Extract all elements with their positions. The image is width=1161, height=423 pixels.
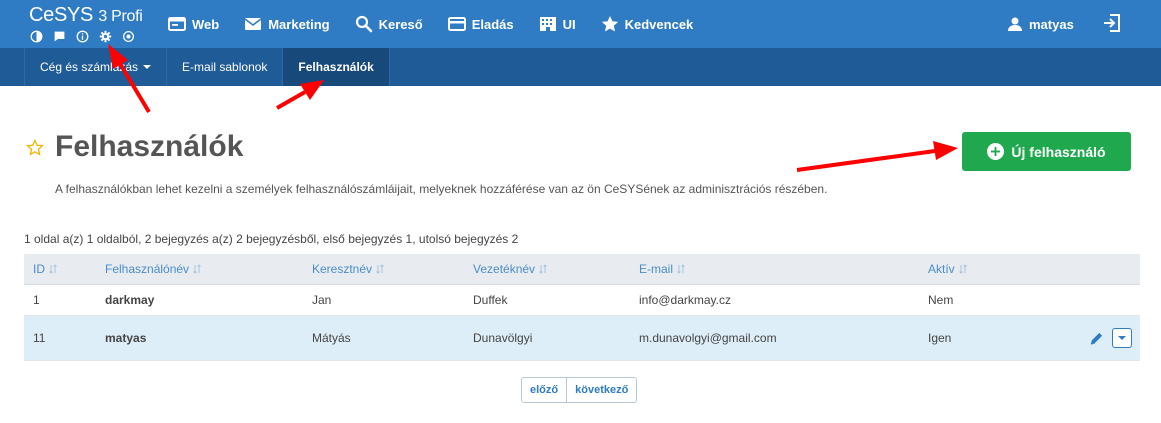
sort-icon — [193, 264, 201, 274]
user-icon — [1008, 17, 1022, 31]
subnav-company-billing[interactable]: Cég és számlázás — [24, 48, 168, 86]
sort-icon — [958, 264, 967, 274]
favorite-star-icon[interactable] — [26, 139, 44, 157]
column-header-email[interactable]: E-mail — [639, 254, 685, 284]
column-header-last-name[interactable]: Vezetéknév — [473, 254, 547, 284]
prev-page-button[interactable]: előző — [522, 378, 567, 402]
cell-last-name: Dunavölgyi — [473, 331, 533, 345]
credit-card-icon — [447, 17, 466, 31]
pagination: előző következő — [521, 377, 638, 403]
star-icon — [601, 16, 618, 32]
contrast-icon[interactable] — [29, 29, 43, 43]
arrow-to-new-user-button — [796, 141, 958, 172]
subnav-label: Cég és számlázás — [40, 60, 139, 74]
subnav-label: E-mail sablonok — [182, 60, 268, 74]
nav-item-search[interactable]: Kereső — [355, 0, 423, 48]
row-actions-dropdown[interactable] — [1112, 328, 1132, 348]
cell-active: Nem — [928, 293, 954, 307]
nav-item-marketing[interactable]: Marketing — [244, 0, 330, 48]
brand-logo: CeSYS 3 Profi — [29, 4, 143, 26]
column-header-username[interactable]: Felhasználónév — [105, 254, 201, 284]
chat-icon[interactable] — [52, 29, 66, 43]
sort-icon — [376, 264, 384, 274]
brand-tools — [29, 29, 135, 43]
nav-item-label: Eladás — [471, 16, 514, 32]
table-header: ID Felhasználónév Keresztnév Vezetéknév … — [24, 254, 1140, 285]
column-header-first-name[interactable]: Keresztnév — [312, 254, 384, 284]
cell-active: Igen — [928, 331, 952, 345]
nav-item-ui[interactable]: UI — [539, 0, 576, 48]
sort-icon — [677, 264, 685, 274]
settings-icon[interactable] — [98, 29, 112, 43]
nav-item-web[interactable]: Web — [168, 0, 219, 48]
cell-username: matyas — [105, 331, 147, 345]
table-row[interactable]: 11 matyas Mátyás Dunavölgyi m.dunavolgyi… — [24, 316, 1140, 361]
column-header-active[interactable]: Aktív — [928, 254, 967, 284]
new-user-button[interactable]: Új felhasználó — [962, 132, 1131, 171]
plus-circle-icon — [987, 143, 1005, 160]
sort-icon — [49, 264, 57, 274]
cell-last-name: Duffek — [473, 293, 508, 307]
cell-id: 11 — [33, 331, 46, 345]
nav-item-label: Kereső — [378, 16, 423, 32]
new-user-button-label: Új felhasználó — [1011, 143, 1106, 160]
subnav-email-templates[interactable]: E-mail sablonok — [167, 48, 284, 86]
users-table: ID Felhasználónév Keresztnév Vezetéknév … — [24, 254, 1140, 361]
table-row[interactable]: 1 darkmay Jan Duffek info@darkmay.cz Nem — [24, 285, 1140, 316]
cell-username: darkmay — [105, 293, 155, 307]
nav-item-label: Kedvencek — [624, 16, 694, 32]
username-label: matyas — [1029, 16, 1074, 32]
brand[interactable]: CeSYS 3 Profi — [29, 3, 149, 47]
nav-item-favorites[interactable]: Kedvencek — [601, 0, 694, 48]
cell-first-name: Jan — [312, 293, 332, 307]
target-icon[interactable] — [121, 29, 135, 43]
nav-item-sales[interactable]: Eladás — [447, 0, 514, 48]
subnav-label: Felhasználók — [298, 60, 374, 74]
chevron-down-icon — [143, 65, 152, 69]
envelope-icon — [244, 18, 262, 30]
page-title: Felhasználók — [55, 130, 244, 163]
paging-info: 1 oldal a(z) 1 oldalból, 2 bejegyzés a(z… — [24, 232, 519, 246]
nav-item-label: UI — [562, 16, 576, 32]
nav-item-label: Web — [192, 16, 220, 32]
main-nav: Web Marketing Kereső Eladás UI Kedvencek — [168, 0, 718, 48]
search-icon — [355, 15, 372, 33]
pencil-icon[interactable] — [1089, 331, 1104, 346]
next-page-button[interactable]: következő — [566, 378, 637, 402]
sort-icon — [539, 264, 547, 274]
logout-icon[interactable] — [1102, 13, 1122, 33]
sub-navbar: Cég és számlázás E-mail sablonok Felhasz… — [0, 48, 1161, 86]
cell-first-name: Mátyás — [312, 331, 351, 345]
user-menu[interactable]: matyas — [1007, 0, 1074, 48]
cell-email: info@darkmay.cz — [639, 293, 731, 307]
chevron-down-icon — [1118, 336, 1126, 340]
top-navbar: CeSYS 3 Profi Web Marketing Kereső Eladá… — [0, 0, 1161, 48]
building-icon — [539, 17, 556, 31]
page-description: A felhasználókban lehet kezelni a személ… — [55, 182, 828, 196]
cell-id: 1 — [33, 293, 40, 307]
subnav-users[interactable]: Felhasználók — [283, 48, 390, 86]
browser-window-icon — [168, 17, 186, 31]
nav-item-label: Marketing — [268, 16, 330, 32]
info-icon[interactable] — [75, 29, 89, 43]
cell-email: m.dunavolgyi@gmail.com — [639, 331, 777, 345]
column-header-id[interactable]: ID — [33, 254, 57, 284]
